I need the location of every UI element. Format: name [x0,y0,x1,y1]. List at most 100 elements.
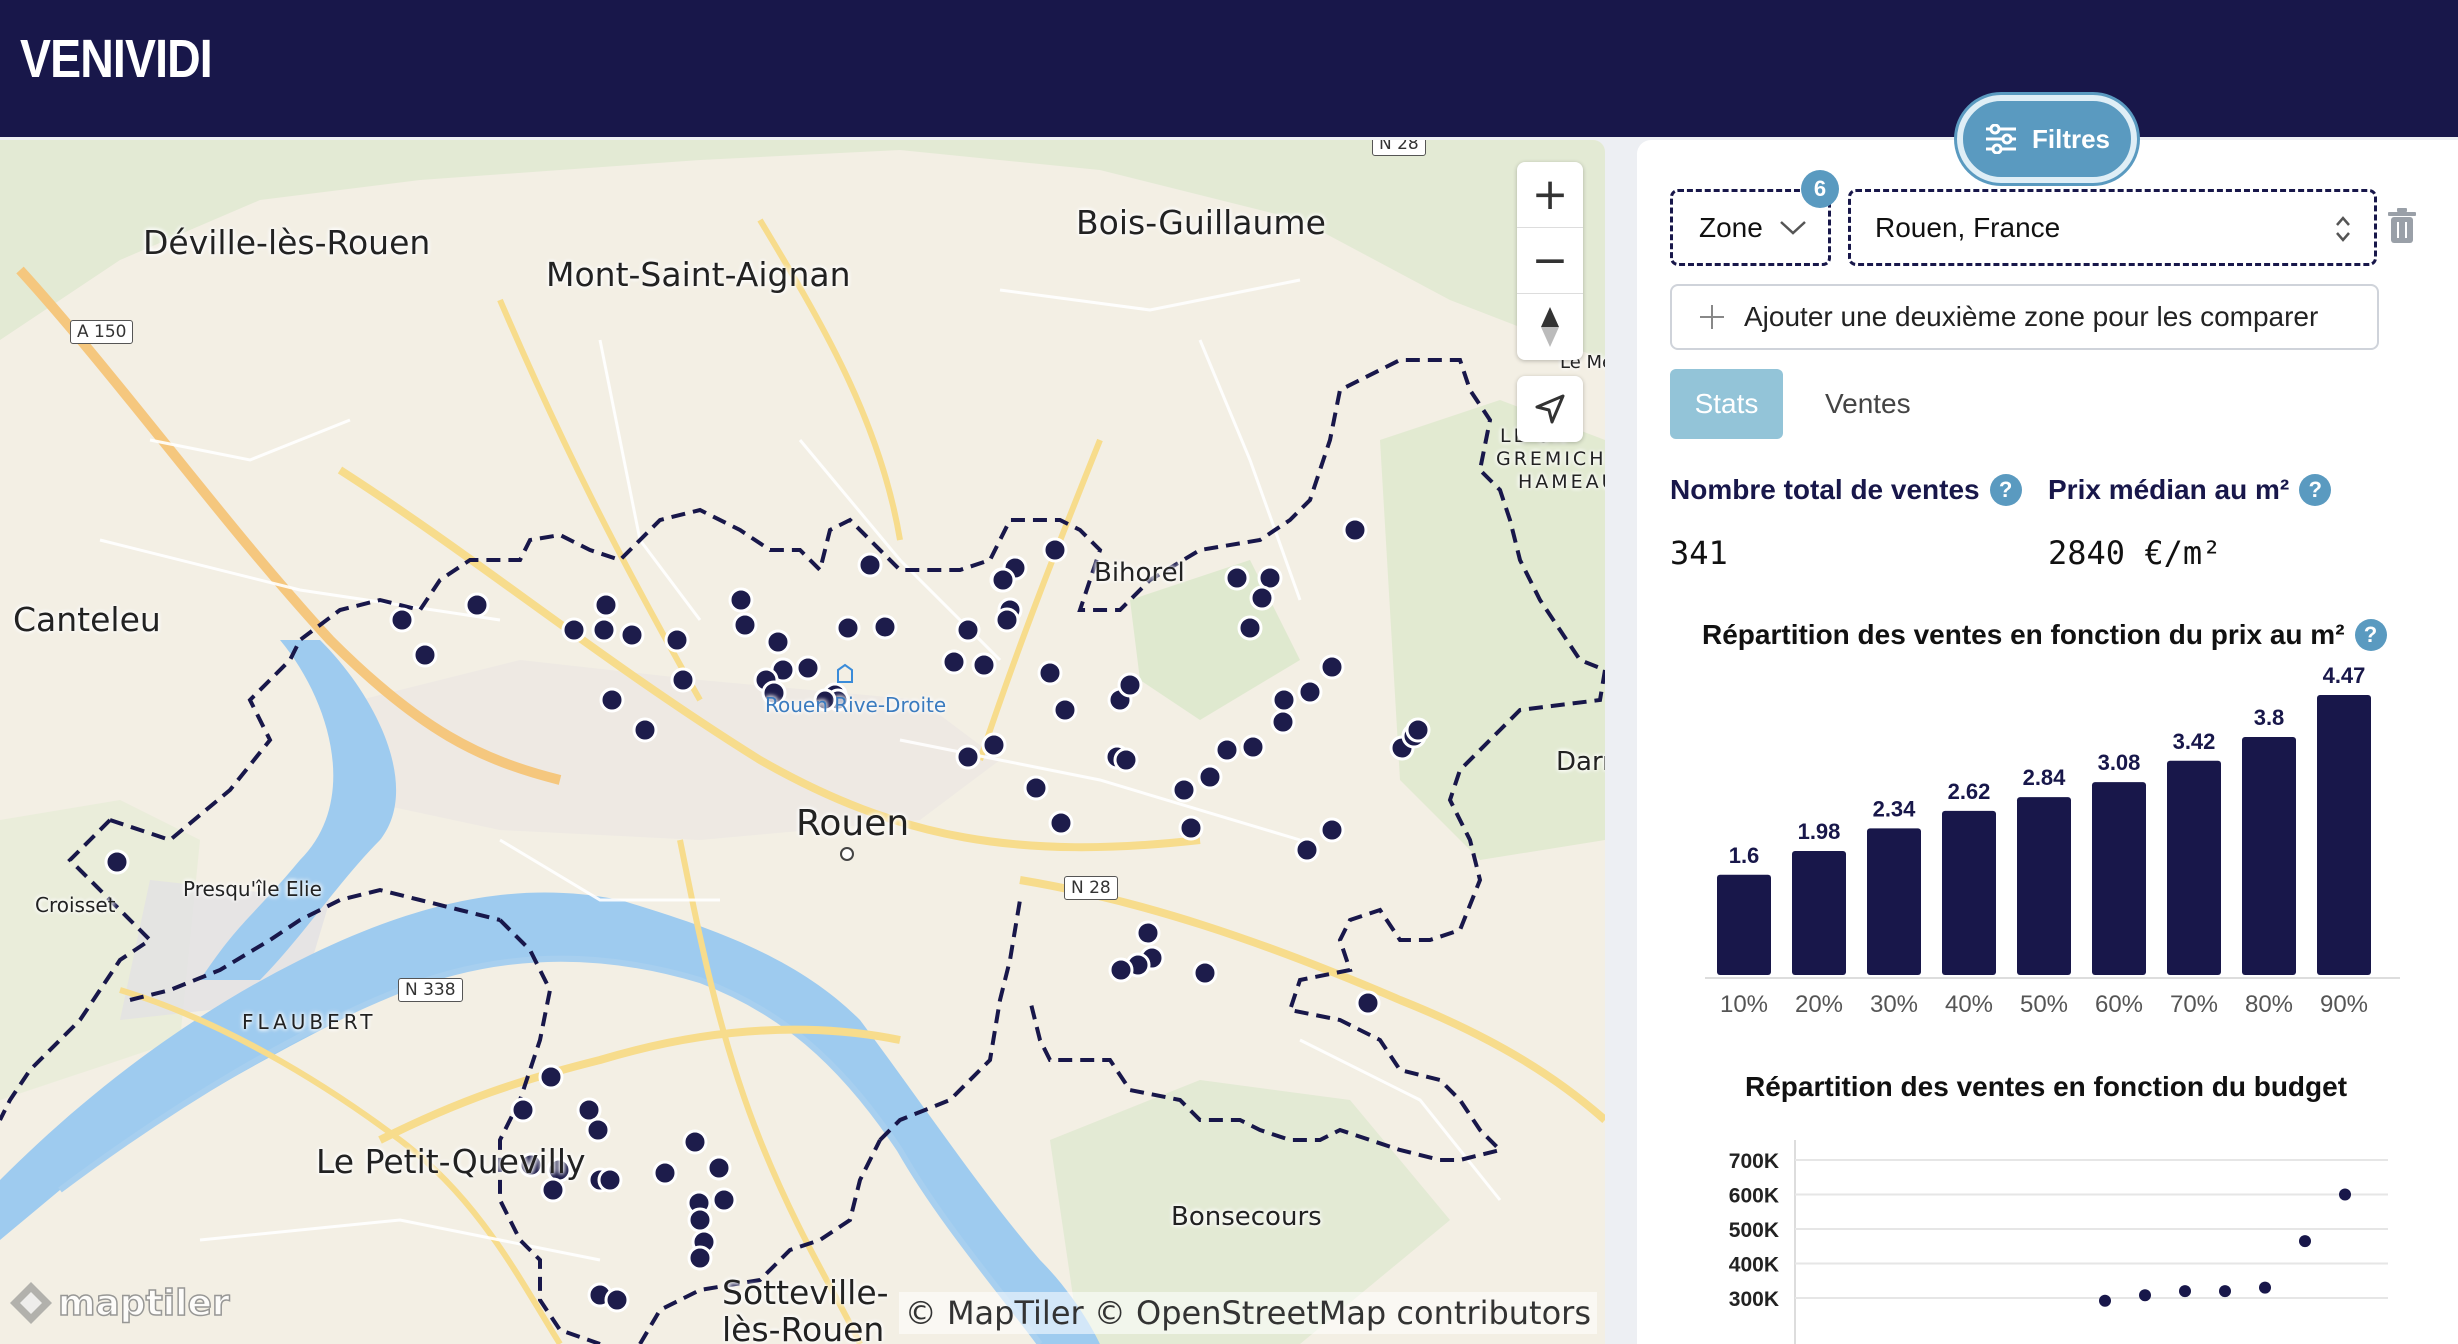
location-value: Rouen, France [1875,211,2061,243]
help-icon[interactable]: ? [2354,619,2387,651]
bar-value-label: 3.42 [2173,729,2216,754]
road-badge-a150: A 150 [70,320,134,344]
budget-chart-title: Répartition des ventes en fonction du bu… [1745,1071,2348,1102]
map-label-sotteville: Sotteville- [722,1273,889,1312]
x-tick-label: 80% [2245,991,2293,1018]
locate-icon [1535,394,1565,424]
map-label-darn: Darn [1556,747,1605,777]
total-sales-value: 341 [1670,534,1728,572]
x-tick-label: 70% [2170,991,2218,1018]
y-tick-label: 600K [1729,1185,1779,1208]
zone-select-label: Zone [1699,211,1763,243]
plus-icon [1700,305,1724,329]
x-tick-label: 40% [1945,991,1993,1018]
bar-value-label: 2.62 [1948,779,1991,804]
bar-value-label: 2.84 [2023,765,2067,790]
app-logo[interactable]: VENIVIDI [20,28,213,90]
map-attribution[interactable]: © MapTiler © OpenStreetMap contributors [898,1292,1597,1334]
locate-button[interactable] [1517,376,1583,442]
map-label-bihorel: Bihorel [1094,558,1185,588]
location-select[interactable]: Rouen, France [1848,189,2377,266]
road-badge-n338: N 338 [398,978,463,1002]
y-tick-label: 500K [1729,1219,1779,1242]
x-tick-label: 20% [1795,991,1843,1018]
median-price-value: 2840 €/m² [2048,534,2222,572]
filters-button[interactable]: Filtres [1957,95,2137,183]
bar [2017,797,2071,975]
price-chart-title: Répartition des ventes en fonction du pr… [1702,619,2345,650]
delete-zone-button[interactable] [2387,208,2417,249]
bar-value-label: 2.34 [1873,796,1917,821]
map-label-flaubert: FLAUBERT [242,1010,377,1034]
median-price-label-row: Prix médian au m² ? [2048,474,2332,506]
sliders-icon [1985,124,2016,154]
trash-icon [2388,208,2416,243]
add-zone-label: Ajouter une deuxième zone pour les compa… [1744,301,2319,332]
add-zone-button[interactable]: Ajouter une deuxième zone pour les compa… [1670,284,2379,350]
maptiler-logo[interactable]: maptiler [8,1280,230,1326]
map-base-layer [0,140,1605,1344]
compass-icon [1541,307,1559,347]
map-label-presquile: Presqu'île Elie [183,877,322,901]
x-tick-label: 60% [2095,991,2143,1018]
y-tick-label: 400K [1729,1254,1779,1277]
bar-value-label: 1.6 [1729,843,1760,868]
compass-button[interactable] [1517,294,1583,360]
bar [2092,782,2146,975]
zoom-out-button[interactable]: − [1517,228,1583,294]
x-tick-label: 90% [2320,991,2368,1018]
map-label-mont-saint-aignan: Mont-Saint-Aignan [546,255,851,294]
x-tick-label: 50% [2020,991,2068,1018]
help-icon[interactable]: ? [2299,474,2332,506]
zone-count-badge: 6 [1801,170,1839,208]
bar-value-label: 1.98 [1798,819,1841,844]
map-label-canteleu: Canteleu [13,600,161,639]
map-label-rouen: Rouen [796,803,910,844]
bar [1942,810,1996,975]
scatter-point [2179,1285,2191,1298]
zoom-in-button[interactable]: + [1517,162,1583,228]
map-label-deville: Déville-lès-Rouen [143,223,431,262]
total-sales-label-row: Nombre total de ventes ? [1670,474,2022,506]
bar [2242,736,2296,975]
map-label-sotteville-2: lès-Rouen [722,1310,885,1344]
map-label-gremichon: GREMICH [1496,448,1605,470]
map-label-bonsecours: Bonsecours [1171,1202,1322,1232]
map-label-hameau: HAMEAU [1518,471,1605,493]
price-chart-title-row: Répartition des ventes en fonction du pr… [1702,619,2387,651]
map-label-croisset: Croisset [35,893,116,917]
road-badge-n28: N 28 [1064,876,1118,900]
bar [1792,850,1846,975]
map-label-rive-droite: Rouen Rive-Droite [765,693,947,717]
price-distribution-chart: 1.6 10% 1.98 20% 2.34 30% 2.62 40% 2.84 50% 3.08 60… [1705,663,2400,1018]
bar [1717,874,1771,975]
filters-label: Filtres [2031,123,2111,154]
map-label-bois-guillaume: Bois-Guillaume [1076,203,1326,242]
updown-chevron-icon [2336,216,2350,242]
tab-stats[interactable]: Stats [1670,369,1783,439]
scatter-point [2259,1281,2271,1294]
bar [1867,828,1921,975]
y-tick-label: 700K [1729,1150,1779,1173]
x-tick-label: 10% [1720,991,1768,1018]
y-tick-label: 300K [1729,1288,1779,1311]
scatter-point [2099,1294,2111,1307]
bar-value-label: 3.8 [2254,705,2285,730]
median-price-label: Prix médian au m² [2048,474,2290,505]
bar-value-label: 4.47 [2323,663,2366,688]
maptiler-logo-text: maptiler [57,1282,230,1325]
chevron-down-icon [1779,220,1806,235]
scatter-point [2219,1285,2231,1298]
map-zoom-controls: + − [1517,162,1583,360]
road-badge-n28-top: N 28 [1372,140,1426,156]
bar [2167,760,2221,975]
help-icon[interactable]: ? [1989,474,2022,506]
map-view[interactable]: Déville-lès-Rouen Mont-Saint-Aignan Bois… [0,140,1605,1344]
scatter-point [2299,1235,2311,1248]
map-label-le-petit-quevilly: Le Petit-Quevilly [316,1142,586,1181]
total-sales-label: Nombre total de ventes [1670,474,1980,505]
map-locate-control [1517,376,1583,442]
scatter-point [2139,1289,2151,1302]
bar-value-label: 3.08 [2098,750,2141,775]
tab-ventes[interactable]: Ventes [1825,369,1911,439]
